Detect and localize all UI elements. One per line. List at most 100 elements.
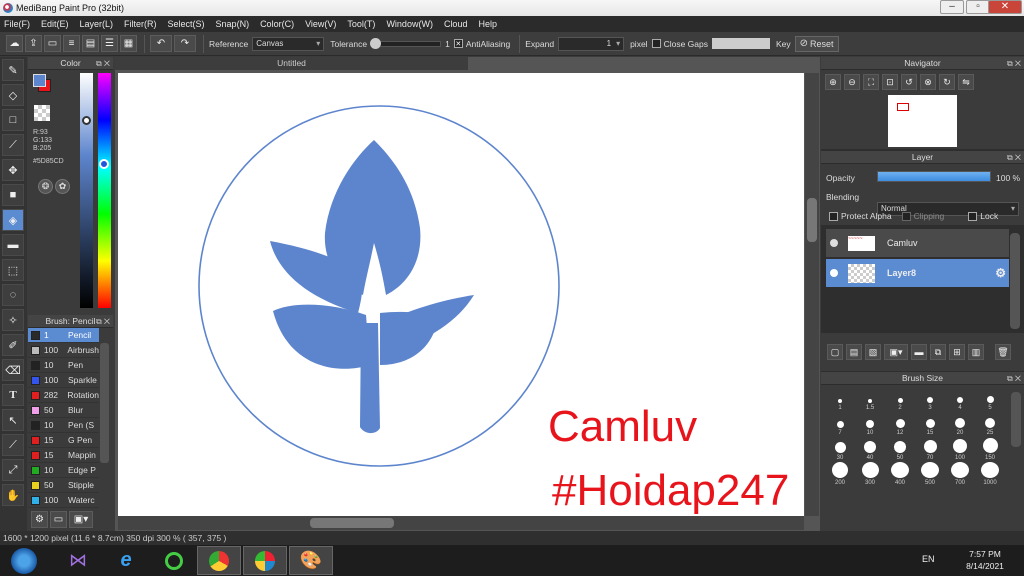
dot-tool-icon[interactable]: ⟋ [2, 134, 24, 156]
brush-list-item[interactable]: 50 Stipple [28, 478, 99, 493]
brush-size-option[interactable]: 700 [945, 462, 975, 487]
brightness-handle[interactable] [82, 116, 91, 125]
menu-file[interactable]: File(F) [4, 19, 30, 29]
close-gaps-checkbox[interactable] [651, 39, 661, 48]
brush-list-item[interactable]: 100 Sparkle [28, 373, 99, 388]
reference-dropdown[interactable]: Canvas [252, 36, 325, 51]
brush-list-item[interactable]: 10 Pen [28, 358, 99, 373]
comment-icon[interactable]: ▭ [44, 35, 61, 52]
brush-size-option[interactable]: 70 [915, 437, 945, 462]
visibility-icon[interactable] [830, 269, 838, 277]
protect-alpha-checkbox[interactable] [829, 211, 838, 221]
brush-size-option[interactable]: 5 [975, 387, 1005, 412]
layer-row-camluv[interactable]: ~~~~~ Camluv [826, 229, 1009, 257]
brush-list-item[interactable]: 15 Mappin [28, 448, 99, 463]
antialiasing-checkbox[interactable]: ✕ [453, 39, 463, 48]
brush-list-item[interactable]: 1 Pencil [28, 328, 99, 343]
redo-icon[interactable]: ↷ [174, 35, 196, 52]
select-rect-tool-icon[interactable]: ⬚ [2, 259, 24, 281]
brush-size-option[interactable]: 4 [945, 387, 975, 412]
brush-size-option[interactable]: 3 [915, 387, 945, 412]
menu-snap[interactable]: Snap(N) [216, 19, 250, 29]
new-halftone-layer-icon[interactable]: ▤ [846, 344, 862, 360]
visibility-icon[interactable] [830, 239, 838, 247]
brush-size-option[interactable]: 25 [975, 412, 1005, 437]
brush-size-option[interactable]: 15 [915, 412, 945, 437]
duplicate-layer-icon[interactable]: ⧉ [930, 344, 946, 360]
share-icon[interactable]: ⇪ [25, 35, 42, 52]
vertical-scrollbar[interactable] [805, 73, 819, 516]
panel-close-icon[interactable]: ⧉ ✕ [1007, 57, 1021, 70]
primary-color-swatch[interactable] [33, 74, 46, 87]
lasso-tool-icon[interactable]: ◌ [2, 284, 24, 306]
brush-size-option[interactable]: 7 [825, 412, 855, 437]
taskbar-internet-explorer[interactable]: e [104, 546, 148, 575]
navigator-viewport[interactable] [897, 103, 909, 111]
start-button[interactable] [2, 546, 46, 575]
brightness-bar[interactable] [80, 73, 93, 308]
new-8bit-layer-icon[interactable]: ▧ [865, 344, 881, 360]
brush-size-option[interactable]: 20 [945, 412, 975, 437]
brush-size-option[interactable]: 500 [915, 462, 945, 487]
close-gaps-slider[interactable] [711, 38, 770, 49]
merge-layer-icon[interactable]: ⊞ [949, 344, 965, 360]
brush-size-option[interactable]: 2 [885, 387, 915, 412]
brush-size-option[interactable]: 30 [825, 437, 855, 462]
eyedropper-tool-icon[interactable]: ⟋ [2, 434, 24, 456]
reset-button[interactable]: ⊘ Reset [794, 35, 839, 52]
brush-size-option[interactable]: 1 [825, 387, 855, 412]
brush-size-scrollbar[interactable] [1011, 392, 1021, 447]
menu-edit[interactable]: Edit(E) [41, 19, 69, 29]
expand-spinbox[interactable]: 1 [558, 36, 625, 51]
taskbar-paint[interactable]: 🎨 [289, 546, 333, 575]
chat-icon[interactable]: ≡ [63, 35, 80, 52]
brush-size-option[interactable]: 10 [855, 412, 885, 437]
canvas[interactable]: Camluv #Hoidap247 [118, 73, 804, 516]
transparent-swatch[interactable] [34, 105, 50, 121]
panel-close-icon[interactable]: ⧉ ✕ [96, 315, 110, 328]
panel-close-icon[interactable]: ⧉ ✕ [96, 57, 110, 70]
text-tool-icon[interactable]: T [2, 384, 24, 406]
navigator-preview[interactable] [888, 95, 957, 147]
brush-list-item[interactable]: 10 Pen (S [28, 418, 99, 433]
delete-layer-icon[interactable]: 🗑 [995, 344, 1011, 360]
brush-list-scrollbar[interactable] [100, 343, 109, 463]
folder-icon[interactable]: ▬ [911, 344, 927, 360]
vertical-scroll-thumb[interactable] [807, 198, 817, 242]
opacity-slider[interactable] [877, 171, 991, 182]
clipping-checkbox[interactable] [901, 211, 911, 221]
layer-settings-icon[interactable]: ⚙ [995, 266, 1006, 280]
bucket-tool-icon[interactable]: ◈ [2, 209, 24, 231]
panel-close-icon[interactable]: ⧉ ✕ [1007, 151, 1021, 164]
brush-list-item[interactable]: 282 Rotation [28, 388, 99, 403]
menu-select[interactable]: Select(S) [168, 19, 205, 29]
brush-size-option[interactable]: 200 [825, 462, 855, 487]
horizontal-scrollbar[interactable] [118, 516, 804, 530]
gradient-tool-icon[interactable]: ▬ [2, 234, 24, 256]
menu-cloud[interactable]: Cloud [444, 19, 468, 29]
brush-list-item[interactable]: 50 Blur [28, 403, 99, 418]
rotate-left-icon[interactable]: ↺ [901, 74, 917, 90]
brush-size-option[interactable]: 150 [975, 437, 1005, 462]
hue-bar[interactable] [98, 73, 111, 308]
layer-property-icon[interactable]: ▥ [968, 344, 984, 360]
brush-list-item[interactable]: 100 Waterc [28, 493, 99, 508]
menu-tool[interactable]: Tool(T) [347, 19, 375, 29]
brush-size-option[interactable]: 1.5 [855, 387, 885, 412]
clock[interactable]: 7:57 PM 8/14/2021 [955, 548, 1015, 572]
tolerance-slider[interactable] [370, 37, 442, 49]
maximize-button[interactable]: ▫ [966, 0, 990, 14]
layer-row-layer8[interactable]: Layer8 ⚙ [826, 259, 1009, 287]
brush-size-option[interactable]: 12 [885, 412, 915, 437]
menu-color[interactable]: Color(C) [260, 19, 294, 29]
zoom-in-icon[interactable]: ⊕ [825, 74, 841, 90]
brush-list-item[interactable]: 15 G Pen [28, 433, 99, 448]
brush-size-option[interactable]: 50 [885, 437, 915, 462]
brush-size-option[interactable]: 400 [885, 462, 915, 487]
lock-checkbox[interactable] [968, 211, 978, 221]
divide-tool-icon[interactable]: ⤢ [2, 459, 24, 481]
select-pen-tool-icon[interactable]: ✐ [2, 334, 24, 356]
layer-list-scrollbar[interactable] [1010, 233, 1020, 329]
list-icon[interactable]: ☰ [101, 35, 118, 52]
menu-window[interactable]: Window(W) [386, 19, 433, 29]
